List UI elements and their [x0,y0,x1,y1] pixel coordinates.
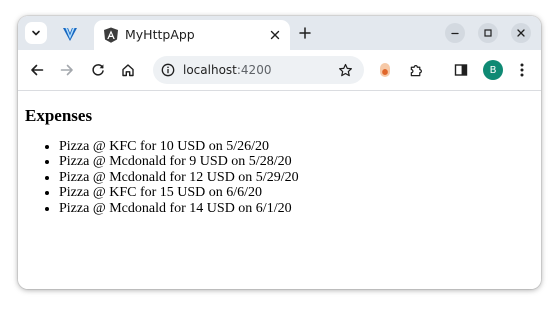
plus-icon [299,27,311,39]
list-item: Pizza @ KFC for 15 USD on 6/6/20 [59,185,299,200]
profile-avatar[interactable]: B [483,60,503,80]
chevron-down-icon [32,30,40,36]
url-port: :4200 [236,63,272,77]
pinned-tab[interactable] [58,22,82,46]
bookmark-button[interactable] [336,61,354,79]
page-title: Expenses [25,106,93,125]
url-host: localhost [183,63,237,77]
browser-window: MyHttpApp localhost:4200 B Expenses • Pi… [18,16,541,289]
arrow-left-icon [31,64,44,76]
tab-close-button[interactable] [266,26,284,44]
home-icon [122,64,134,77]
arrow-right-icon [60,64,73,76]
list-item: Pizza @ Mcdonald for 12 USD on 5/29/20 [59,170,299,185]
extension-badge-icon [380,63,390,77]
angular-icon [104,27,118,43]
side-panel-button[interactable] [451,60,471,80]
address-bar[interactable]: localhost:4200 [153,56,364,84]
close-window-button[interactable] [511,23,531,43]
reload-button[interactable] [88,60,108,80]
extensions-button[interactable] [406,60,426,80]
home-button[interactable] [118,60,138,80]
list-item: Pizza @ Mcdonald for 14 USD on 6/1/20 [59,201,299,216]
expense-list: Pizza @ KFC for 10 USD on 5/26/20 Pizza … [25,139,299,216]
tab-myhttpapp[interactable]: MyHttpApp [94,20,290,50]
new-tab-button[interactable] [295,23,315,43]
tab-title: MyHttpApp [125,27,195,42]
close-icon [270,30,280,40]
tab-strip: MyHttpApp [18,16,541,50]
navigation-toolbar: localhost:4200 B [18,50,541,91]
close-icon [517,29,525,37]
page-content: Expenses Pizza @ KFC for 10 USD on 5/26/… [18,91,541,289]
minimize-button[interactable] [445,23,465,43]
vuetify-icon [63,27,77,41]
side-panel-icon [454,64,468,76]
back-button[interactable] [27,60,47,80]
list-item: Pizza @ Mcdonald for 9 USD on 5/28/20 [59,154,299,169]
list-item: Pizza @ KFC for 10 USD on 5/26/20 [59,139,299,154]
maximize-button[interactable] [478,23,498,43]
more-vertical-icon [520,63,524,77]
forward-button[interactable] [57,60,77,80]
reload-icon [92,64,104,76]
maximize-icon [484,29,492,37]
extension-button[interactable] [375,60,395,80]
url-text[interactable]: localhost:4200 [183,62,271,78]
menu-button[interactable] [512,60,532,80]
puzzle-icon [410,64,422,76]
tab-search-button[interactable] [25,22,47,44]
info-icon[interactable] [161,63,175,77]
star-icon [338,63,352,76]
minimize-icon [451,32,459,35]
